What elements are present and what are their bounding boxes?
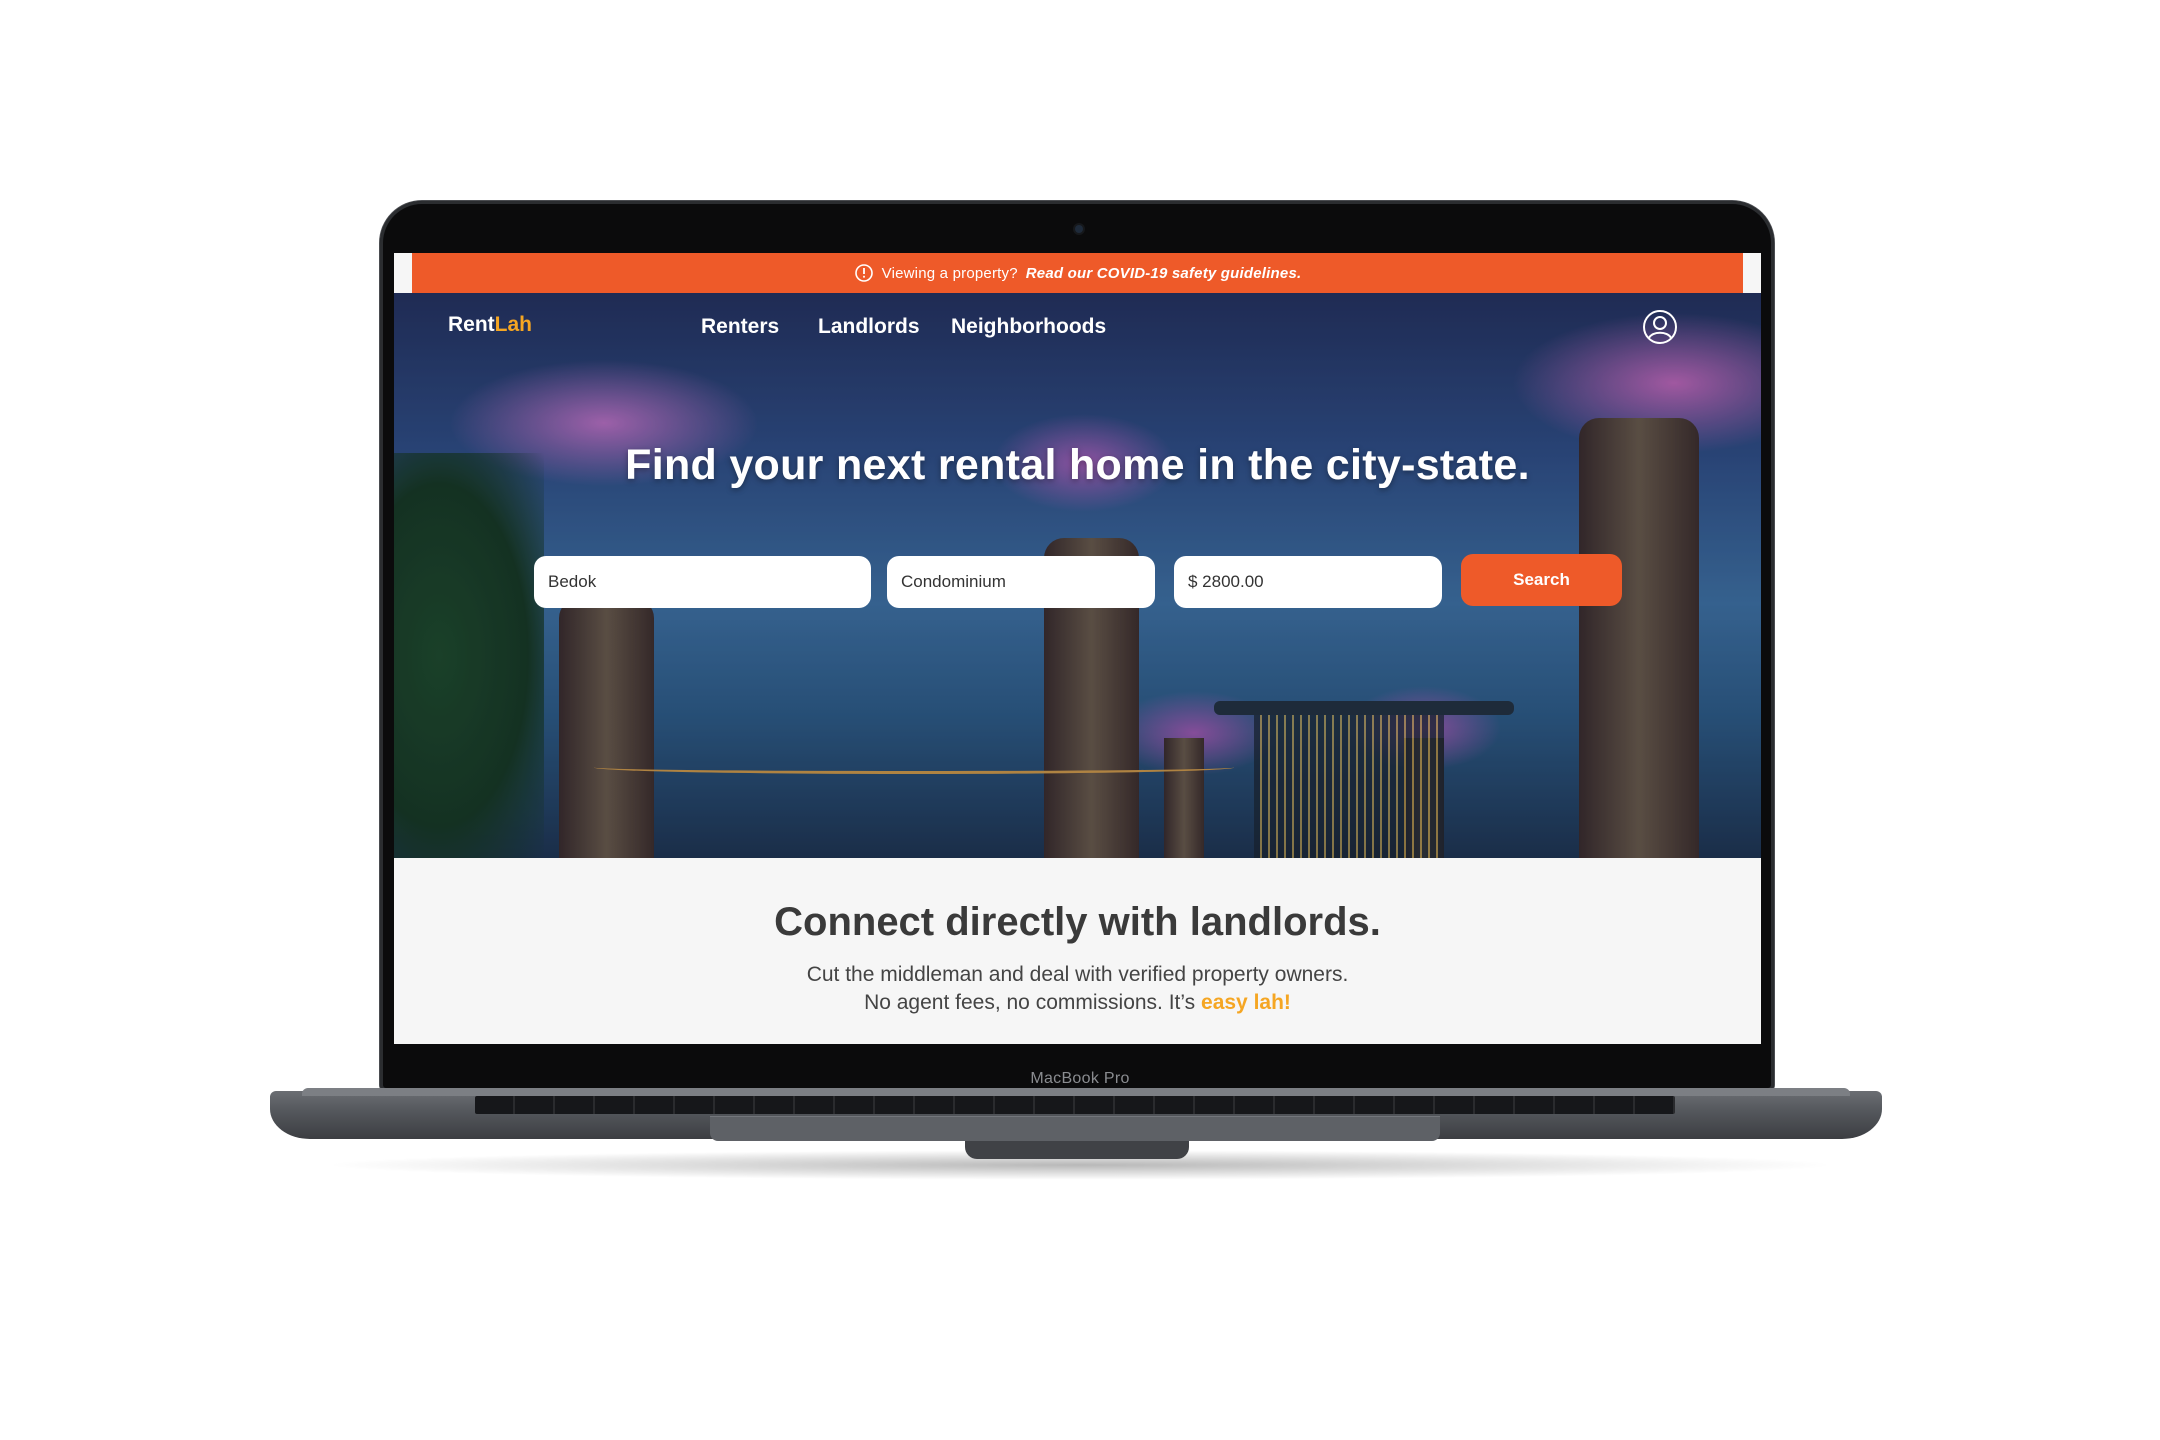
trackpad-edge (710, 1116, 1440, 1141)
info-icon (854, 264, 873, 282)
keyboard-edge (475, 1096, 1675, 1114)
search-button[interactable]: Search (1461, 554, 1622, 606)
laptop-hinge (302, 1088, 1850, 1096)
nav-renters[interactable]: Renters (701, 315, 779, 339)
browser-screen: Viewing a property? Read our COVID-19 sa… (394, 253, 1761, 1044)
covid-guidelines-link[interactable]: Read our COVID-19 safety guidelines. (1026, 265, 1302, 282)
nav-landlords[interactable]: Landlords (818, 315, 920, 339)
camera-icon (1075, 225, 1083, 233)
user-account-icon[interactable] (1642, 309, 1678, 345)
covid-banner[interactable]: Viewing a property? Read our COVID-19 sa… (412, 253, 1743, 293)
top-navbar: RentLah Renters Landlords Neighborhoods (394, 293, 1761, 363)
location-input[interactable] (534, 556, 871, 608)
banner-text: Viewing a property? (881, 264, 1018, 282)
rentlah-logo[interactable]: RentLah (448, 313, 532, 337)
section-title: Connect directly with landlords. (774, 900, 1381, 944)
laptop-notch (965, 1141, 1189, 1159)
hero-headline: Find your next rental home in the city-s… (625, 441, 1530, 489)
connect-section: Connect directly with landlords. Cut the… (394, 858, 1761, 1044)
property-type-input[interactable] (887, 556, 1155, 608)
hero-section: RentLah Renters Landlords Neighborhoods … (394, 293, 1761, 858)
section-subtitle-line1: Cut the middleman and deal with verified… (806, 963, 1349, 986)
easy-lah-highlight: easy lah! (1201, 991, 1291, 1014)
section-subtitle-line2: No agent fees, no commissions. It’s easy… (864, 991, 1291, 1014)
price-input[interactable] (1174, 556, 1442, 608)
nav-neighborhoods[interactable]: Neighborhoods (951, 315, 1106, 339)
device-label: MacBook Pro (1030, 1070, 1130, 1087)
